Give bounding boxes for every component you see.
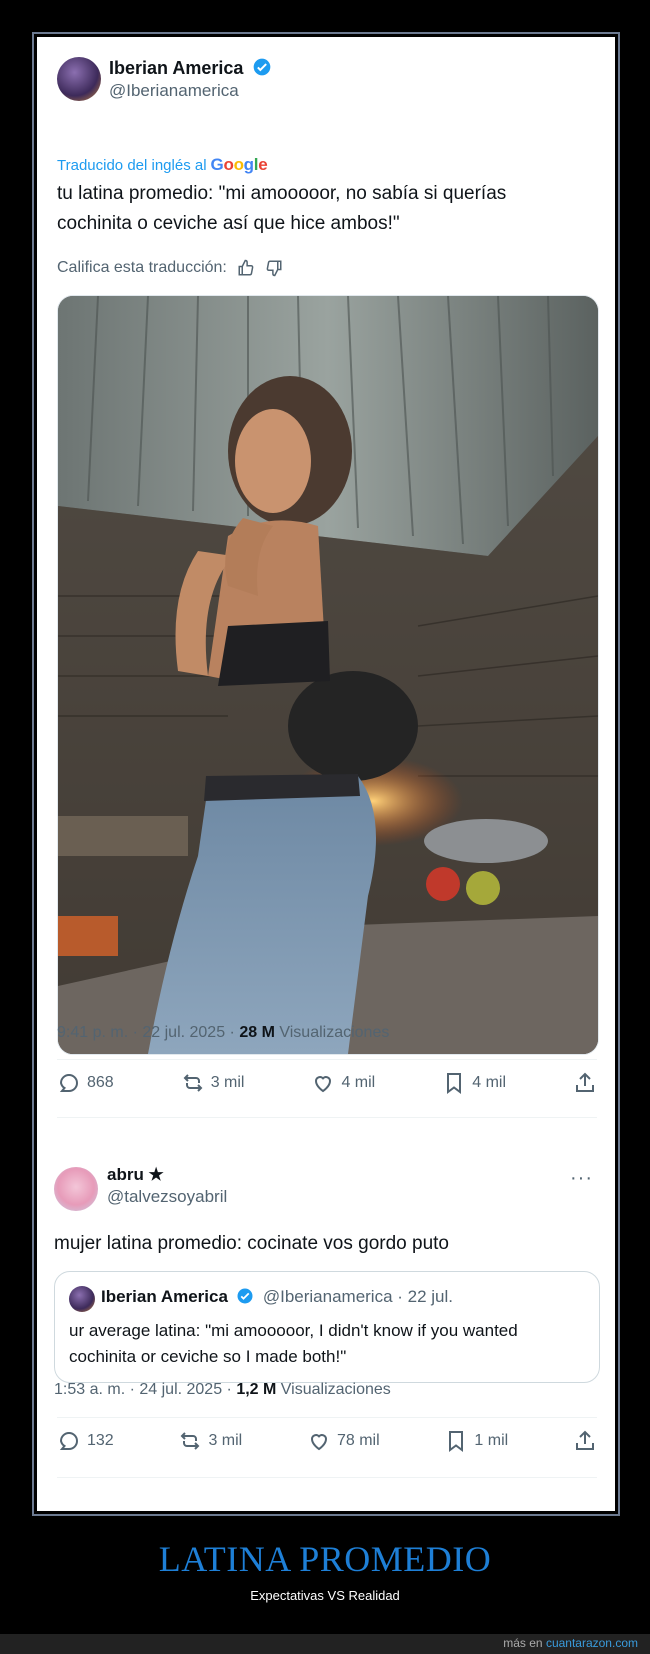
avatar <box>69 1286 95 1312</box>
quoted-text-line: ur average latina: "mi amooooor, I didn'… <box>69 1321 518 1340</box>
views-label: Visualizaciones <box>274 1024 390 1041</box>
divider <box>57 1417 597 1418</box>
translation-note[interactable]: Traducido del inglés al Google <box>57 155 268 175</box>
avatar[interactable] <box>54 1167 98 1211</box>
rate-translation: Califica esta traducción: <box>57 259 283 277</box>
repost-button[interactable]: 3 mil <box>181 1071 245 1095</box>
quoted-author: Iberian America @Iberianamerica · 22 jul… <box>101 1287 453 1307</box>
reply-button[interactable]: 132 <box>57 1429 114 1453</box>
bookmark-icon <box>449 1431 464 1452</box>
author-name[interactable]: abru ★ <box>107 1165 227 1185</box>
tweet-photo[interactable] <box>57 295 599 1055</box>
reply-count: 868 <box>87 1074 114 1091</box>
quoted-tweet[interactable]: Iberian America @Iberianamerica · 22 jul… <box>54 1271 600 1383</box>
quoted-handle-date: @Iberianamerica · 22 jul. <box>262 1287 454 1306</box>
meme-subtitle: Expectativas VS Realidad <box>250 1588 400 1603</box>
author-handle[interactable]: @talvezsoyabril <box>107 1187 227 1207</box>
quoted-text-line: cochinita or ceviche so I made both!" <box>69 1347 347 1366</box>
divider <box>57 1477 597 1478</box>
verified-badge-icon <box>253 58 271 76</box>
tweet-timestamp[interactable]: 9:41 p. m. · 22 jul. 2025 · 28 M Visuali… <box>57 1024 389 1042</box>
share-button[interactable] <box>573 1429 597 1453</box>
divider <box>57 1059 597 1060</box>
verified-badge-icon <box>237 1288 253 1304</box>
reply-icon <box>59 1431 79 1450</box>
repost-button[interactable]: 3 mil <box>178 1429 242 1453</box>
share-icon <box>575 1430 594 1450</box>
views-count: 1,2 M <box>236 1381 277 1398</box>
tweet-text: tu latina promedio: "mi amooooor, no sab… <box>57 179 506 239</box>
translation-prefix: Traducido del inglés al <box>57 156 207 174</box>
reply-button[interactable]: 868 <box>57 1071 114 1095</box>
author-handle[interactable]: @Iberianamerica <box>109 81 272 101</box>
repost-icon <box>181 1432 200 1450</box>
views-label: Visualizaciones <box>276 1381 391 1398</box>
photo-illustration <box>58 296 598 1054</box>
tweet-text-line: tu latina promedio: "mi amooooor, no sab… <box>57 183 507 204</box>
timestamp-text: 9:41 p. m. · 22 jul. 2025 · <box>57 1024 240 1041</box>
timestamp-text: 1:53 a. m. · 24 jul. 2025 · <box>54 1381 237 1398</box>
author-name[interactable]: Iberian America <box>109 58 243 78</box>
site-credit: más en cuantarazon.com <box>503 1636 638 1650</box>
repost-count: 3 mil <box>210 1074 245 1091</box>
bookmark-icon <box>447 1073 462 1094</box>
site-link[interactable]: cuantarazon.com <box>546 1636 638 1650</box>
like-button[interactable]: 78 mil <box>307 1429 380 1453</box>
tweet-actions: 868 3 mil 4 mil 4 mil <box>57 1071 597 1095</box>
divider <box>57 1117 597 1118</box>
like-button[interactable]: 4 mil <box>311 1071 375 1095</box>
credit-prefix: más en <box>503 1636 546 1650</box>
tweet-text: mujer latina promedio: cocinate vos gord… <box>54 1233 450 1254</box>
avatar[interactable] <box>57 57 101 101</box>
like-count: 4 mil <box>341 1074 376 1091</box>
repost-icon <box>183 1074 203 1092</box>
bookmark-button[interactable]: 1 mil <box>444 1429 508 1453</box>
meme-title: LATINA PROMEDIO <box>158 1539 492 1579</box>
share-button[interactable] <box>573 1071 597 1095</box>
repost-count: 3 mil <box>208 1432 243 1449</box>
thumbs-down-icon[interactable] <box>265 259 283 277</box>
meme-frame: Iberian America @Iberianamerica Traducid… <box>32 32 620 1516</box>
bookmark-count: 4 mil <box>472 1074 506 1091</box>
bookmark-count: 1 mil <box>474 1432 509 1449</box>
quoted-text: ur average latina: "mi amooooor, I didn'… <box>69 1318 518 1370</box>
rate-label: Califica esta traducción: <box>57 259 227 276</box>
more-icon[interactable]: ··· <box>570 1167 593 1190</box>
reply-count: 132 <box>87 1432 114 1449</box>
thumbs-up-icon[interactable] <box>237 259 255 277</box>
bottom-bar: más en cuantarazon.com <box>0 1634 650 1654</box>
like-count: 78 mil <box>336 1432 380 1449</box>
google-logo: Google <box>210 155 268 174</box>
reply-icon <box>59 1073 79 1092</box>
tweet-timestamp[interactable]: 1:53 a. m. · 24 jul. 2025 · 1,2 M Visual… <box>54 1381 391 1399</box>
tweet-actions: 132 3 mil 78 mil 1 mil <box>57 1429 597 1453</box>
like-icon <box>310 1434 327 1451</box>
bookmark-button[interactable]: 4 mil <box>442 1071 506 1095</box>
like-icon <box>315 1076 332 1093</box>
author-block: abru ★ @talvezsoyabril <box>107 1165 227 1207</box>
tweet-text-line: cochinita o ceviche así que hice ambos!" <box>57 213 400 234</box>
tweet-card: Iberian America @Iberianamerica Traducid… <box>37 37 615 1511</box>
views-count: 28 M <box>239 1024 275 1041</box>
share-icon <box>575 1072 594 1092</box>
author-block: Iberian America @Iberianamerica <box>109 57 272 101</box>
quoted-name: Iberian America <box>101 1287 228 1306</box>
